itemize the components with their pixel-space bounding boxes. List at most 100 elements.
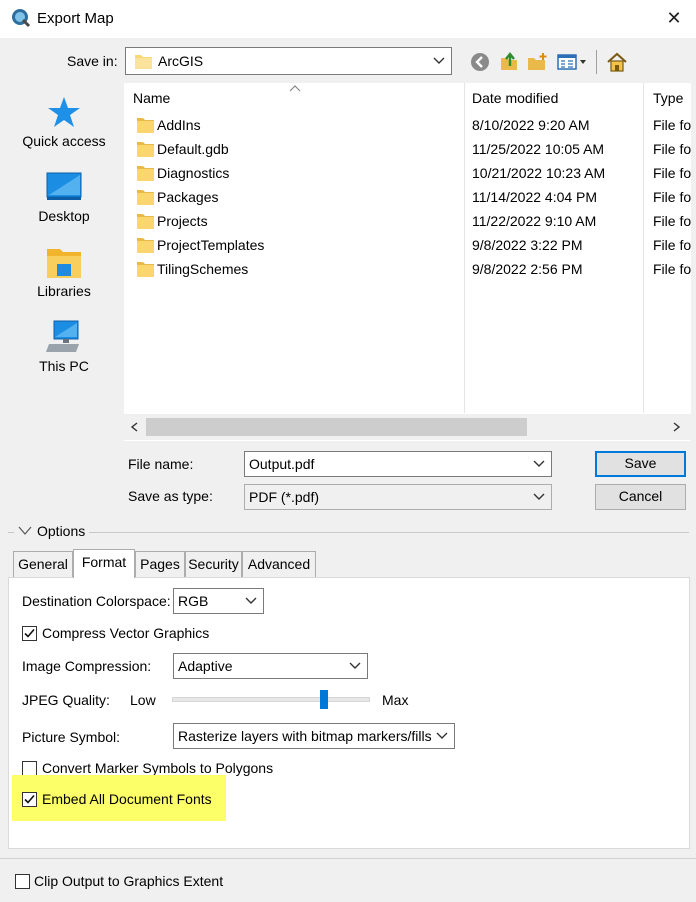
chevron-down-icon[interactable]	[533, 460, 545, 468]
file-row[interactable]: Projects 11/22/2022 9:10 AM File fo	[124, 210, 691, 234]
new-folder-icon	[528, 53, 547, 70]
file-name: Default.gdb	[157, 141, 229, 157]
back-button[interactable]	[468, 50, 492, 74]
view-menu-button[interactable]	[556, 50, 590, 74]
convert-marker-checkbox[interactable]	[22, 761, 37, 776]
options-toggle[interactable]: Options	[18, 523, 88, 541]
close-icon[interactable]: ✕	[660, 6, 688, 32]
compress-vector-checkbox[interactable]	[22, 626, 37, 641]
folder-icon	[137, 238, 154, 253]
arcgis-app-icon	[12, 9, 31, 28]
file-name: Packages	[157, 189, 219, 205]
embed-fonts-checkbox[interactable]	[22, 792, 37, 807]
file-row[interactable]: Diagnostics 10/21/2022 10:23 AM File fo	[124, 162, 691, 186]
place-desktop[interactable]: Desktop	[8, 170, 120, 225]
clip-output-checkbox[interactable]	[15, 874, 30, 889]
bottom-divider	[0, 858, 696, 859]
tab-pages[interactable]: Pages	[135, 551, 185, 577]
jpeg-quality-slider[interactable]	[172, 697, 370, 702]
colorspace-label: Destination Colorspace:	[22, 593, 171, 609]
checkmark-icon	[24, 794, 35, 804]
home-icon	[607, 52, 627, 72]
place-this-pc[interactable]: This PC	[8, 320, 120, 375]
file-row[interactable]: ProjectTemplates 9/8/2022 3:22 PM File f…	[124, 234, 691, 258]
file-name-value: Output.pdf	[249, 456, 315, 472]
place-label: Libraries	[37, 283, 91, 299]
quick-access-icon	[48, 97, 80, 127]
folder-icon	[137, 142, 154, 157]
image-compression-value: Adaptive	[178, 658, 233, 674]
file-type: File fo	[653, 237, 691, 253]
file-row[interactable]: Packages 11/14/2022 4:04 PM File fo	[124, 186, 691, 210]
file-type: File fo	[653, 189, 691, 205]
file-date: 10/21/2022 10:23 AM	[472, 165, 606, 181]
up-folder-button[interactable]	[497, 50, 521, 74]
save-in-combo[interactable]: ArcGIS	[125, 47, 452, 75]
options-divider	[89, 532, 689, 533]
jpeg-max-label: Max	[382, 692, 409, 708]
colorspace-select[interactable]: RGB	[173, 588, 264, 614]
place-label: Desktop	[38, 208, 90, 224]
file-list[interactable]: Name Date modified Type AddIns 8/10/2022…	[124, 83, 691, 441]
file-name: Projects	[157, 213, 208, 229]
file-date: 11/14/2022 4:04 PM	[472, 189, 598, 205]
file-name-field[interactable]: Output.pdf	[244, 451, 552, 477]
save-as-type-value: PDF (*.pdf)	[249, 489, 320, 505]
save-as-type-select[interactable]: PDF (*.pdf)	[244, 484, 552, 510]
tab-security[interactable]: Security	[185, 551, 242, 577]
file-date: 11/22/2022 9:10 AM	[472, 213, 597, 229]
tab-format[interactable]: Format	[73, 549, 135, 578]
toolbar-divider	[596, 50, 597, 74]
file-type: File fo	[653, 141, 691, 157]
chevron-down-icon	[436, 732, 448, 739]
chevron-down-icon	[245, 597, 257, 604]
up-folder-icon	[501, 52, 517, 70]
column-header-date[interactable]: Date modified	[472, 90, 558, 106]
folder-icon	[137, 118, 154, 133]
save-button[interactable]: Save	[595, 451, 686, 477]
compress-vector-label: Compress Vector Graphics	[42, 625, 210, 641]
tab-advanced[interactable]: Advanced	[242, 551, 316, 577]
image-compression-select[interactable]: Adaptive	[173, 653, 368, 679]
file-type: File fo	[653, 117, 691, 133]
chevron-down-icon	[349, 662, 361, 669]
cancel-button[interactable]: Cancel	[595, 484, 686, 510]
options-divider-left	[8, 532, 14, 533]
column-header-type[interactable]: Type	[653, 90, 683, 106]
place-quick-access[interactable]: Quick access	[8, 95, 120, 150]
tab-general[interactable]: General	[13, 551, 73, 577]
scrollbar-thumb[interactable]	[146, 418, 527, 436]
save-as-type-label: Save as type:	[128, 488, 213, 504]
chevron-down-icon	[533, 493, 545, 500]
convert-marker-label: Convert Marker Symbols to Polygons	[42, 760, 274, 776]
folder-icon	[137, 262, 154, 277]
picture-symbol-label: Picture Symbol:	[22, 729, 121, 745]
home-button[interactable]	[604, 49, 630, 75]
place-libraries[interactable]: Libraries	[8, 245, 120, 300]
colorspace-value: RGB	[178, 593, 209, 609]
file-type: File fo	[653, 165, 691, 181]
place-label: Quick access	[22, 133, 106, 149]
checkmark-icon	[24, 628, 35, 638]
picture-symbol-select[interactable]: Rasterize layers with bitmap markers/fil…	[173, 723, 455, 749]
slider-thumb[interactable]	[320, 690, 329, 709]
jpeg-low-label: Low	[130, 692, 156, 708]
new-folder-button[interactable]	[526, 50, 550, 74]
file-date: 11/25/2022 10:05 AM	[472, 141, 605, 157]
picture-symbol-value: Rasterize layers with bitmap markers/fil…	[178, 728, 432, 744]
file-name: ProjectTemplates	[157, 237, 265, 253]
file-row[interactable]: TilingSchemes 9/8/2022 2:56 PM File fo	[124, 258, 691, 282]
file-name: TilingSchemes	[157, 261, 249, 277]
place-label: This PC	[39, 358, 89, 374]
chevron-down-icon	[433, 57, 445, 64]
file-row[interactable]: AddIns 8/10/2022 9:20 AM File fo	[124, 114, 691, 138]
save-in-label: Save in:	[67, 53, 118, 69]
file-row[interactable]: Default.gdb 11/25/2022 10:05 AM File fo	[124, 138, 691, 162]
scroll-left-icon[interactable]	[130, 422, 138, 432]
embed-fonts-label: Embed All Document Fonts	[42, 791, 212, 807]
file-name: AddIns	[157, 117, 201, 133]
column-header-name[interactable]: Name	[133, 90, 170, 106]
back-arrow-icon	[471, 53, 489, 71]
scroll-right-icon[interactable]	[673, 422, 681, 432]
horizontal-scrollbar[interactable]	[124, 414, 691, 440]
